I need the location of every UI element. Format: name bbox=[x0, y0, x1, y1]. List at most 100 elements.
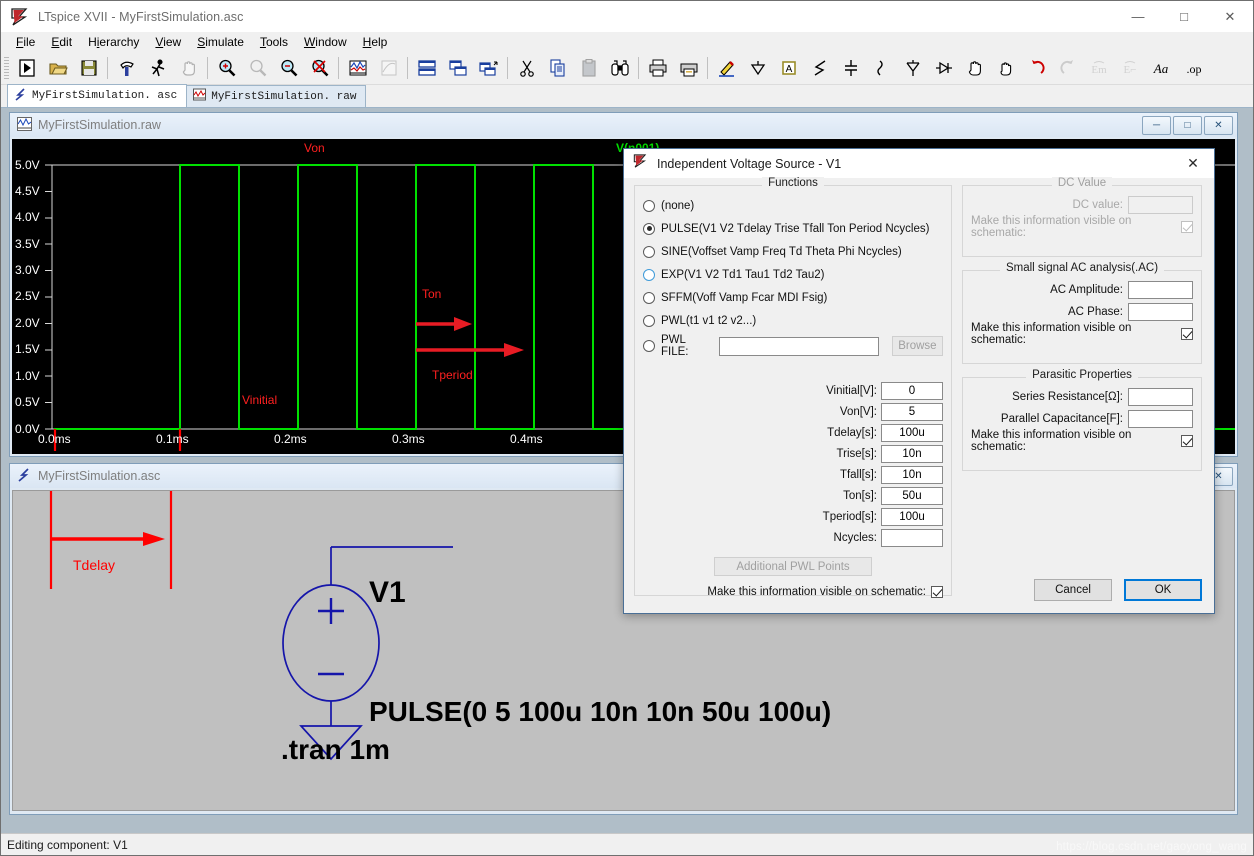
tdelay-input[interactable] bbox=[881, 423, 943, 442]
radio-icon[interactable] bbox=[643, 340, 655, 352]
copy-icon[interactable] bbox=[542, 53, 573, 82]
run-man-icon[interactable] bbox=[142, 53, 173, 82]
move-hand-icon[interactable] bbox=[990, 53, 1021, 82]
waveform-minimize-button[interactable]: ─ bbox=[1142, 115, 1171, 135]
hammer-build-icon[interactable] bbox=[111, 53, 142, 82]
toolbar-grip[interactable] bbox=[4, 56, 9, 79]
tab-myfirstsimulation-asc[interactable]: MyFirstSimulation. asc bbox=[7, 84, 188, 107]
series-resistance-input[interactable] bbox=[1128, 388, 1193, 406]
component-label-v1[interactable]: V1 bbox=[369, 576, 406, 610]
menu-hierarchy[interactable]: Hierarchy bbox=[80, 34, 147, 50]
tab-myfirstsimulation-raw[interactable]: MyFirstSimulation. raw bbox=[186, 85, 367, 107]
spice-directive-icon[interactable]: .op bbox=[1176, 53, 1212, 82]
toolbar-separator bbox=[707, 56, 708, 79]
radio-icon[interactable] bbox=[643, 314, 655, 327]
ac-phase-input[interactable] bbox=[1128, 303, 1193, 321]
find-binoculars-icon[interactable] bbox=[604, 53, 635, 82]
additional-pwl-points-button[interactable]: Additional PWL Points bbox=[714, 557, 872, 576]
save-icon[interactable] bbox=[73, 53, 104, 82]
dialog-titlebar[interactable]: Independent Voltage Source - V1 ✕ bbox=[624, 149, 1214, 179]
dc-visible-checkbox[interactable] bbox=[1181, 221, 1193, 233]
zoom-in-icon[interactable] bbox=[211, 53, 242, 82]
param-row-trise: Trise[s]: bbox=[643, 443, 943, 464]
menu-help[interactable]: Help bbox=[355, 34, 396, 50]
menu-view[interactable]: View bbox=[147, 34, 189, 50]
menu-tools[interactable]: Tools bbox=[252, 34, 296, 50]
menu-window[interactable]: Window bbox=[296, 34, 355, 50]
maximize-button[interactable]: □ bbox=[1161, 1, 1207, 32]
ok-button[interactable]: OK bbox=[1124, 579, 1202, 601]
close-button[interactable]: ✕ bbox=[1207, 1, 1253, 32]
undo-icon[interactable] bbox=[1021, 53, 1052, 82]
menu-file[interactable]: File bbox=[8, 34, 43, 50]
resistor-icon[interactable] bbox=[835, 53, 866, 82]
waveform-window-titlebar[interactable]: MyFirstSimulation.raw ─ □ ✕ bbox=[10, 113, 1237, 137]
diode-icon[interactable] bbox=[928, 53, 959, 82]
waveform-close-button[interactable]: ✕ bbox=[1204, 115, 1233, 135]
ground-icon[interactable] bbox=[742, 53, 773, 82]
net-label-icon[interactable]: A bbox=[773, 53, 804, 82]
arrange-windows-icon[interactable] bbox=[473, 53, 504, 82]
tperiod-input[interactable] bbox=[881, 507, 943, 526]
menu-simulate[interactable]: Simulate bbox=[189, 34, 252, 50]
parallel-capacitance-input[interactable] bbox=[1128, 410, 1193, 428]
pan-hand-icon[interactable] bbox=[173, 53, 204, 82]
paste-icon[interactable] bbox=[573, 53, 604, 82]
run-icon[interactable] bbox=[11, 53, 42, 82]
minimize-button[interactable]: — bbox=[1115, 1, 1161, 32]
rotate-icon[interactable]: Em bbox=[1083, 53, 1114, 82]
ac-visible-checkbox[interactable] bbox=[1181, 328, 1193, 340]
von-input[interactable] bbox=[881, 402, 943, 421]
radio-icon[interactable] bbox=[643, 268, 655, 281]
open-folder-icon[interactable] bbox=[42, 53, 73, 82]
efficiency-report-icon[interactable] bbox=[373, 53, 404, 82]
radio-option-pulse[interactable]: PULSE(V1 V2 Tdelay Trise Tfall Ton Perio… bbox=[643, 217, 943, 240]
ac-amplitude-input[interactable] bbox=[1128, 281, 1193, 299]
cancel-button[interactable]: Cancel bbox=[1034, 579, 1112, 601]
dc-value-input[interactable] bbox=[1128, 196, 1193, 214]
tile-cascade-icon[interactable] bbox=[442, 53, 473, 82]
ton-input[interactable] bbox=[881, 486, 943, 505]
ac-analysis-group: Small signal AC analysis(.AC) AC Amplitu… bbox=[962, 262, 1202, 364]
radio-option-pwl[interactable]: PWL(t1 v1 t2 v2...) bbox=[643, 309, 943, 332]
functions-visible-checkbox[interactable] bbox=[931, 586, 943, 598]
component-icon[interactable] bbox=[959, 53, 990, 82]
radio-icon[interactable] bbox=[643, 291, 655, 304]
browse-button[interactable]: Browse bbox=[891, 336, 943, 356]
radio-icon[interactable] bbox=[643, 199, 655, 212]
radio-option-exp[interactable]: EXP(V1 V2 Td1 Tau1 Td2 Tau2) bbox=[643, 263, 943, 286]
radio-option-sffm[interactable]: SFFM(Voff Vamp Fcar MDI Fsig) bbox=[643, 286, 943, 309]
mirror-icon[interactable]: E⌐ bbox=[1114, 53, 1145, 82]
zoom-undo-icon[interactable] bbox=[304, 53, 335, 82]
waveform-icon[interactable] bbox=[342, 53, 373, 82]
source-properties-panel: DC Value DC value: Make this information… bbox=[962, 177, 1202, 609]
radio-option-sine[interactable]: SINE(Voffset Vamp Freq Td Theta Phi Ncyc… bbox=[643, 240, 943, 263]
parasitic-visible-checkbox[interactable] bbox=[1181, 435, 1193, 447]
source-value-text[interactable]: PULSE(0 5 100u 10n 10n 50u 100u) bbox=[369, 696, 831, 728]
text-icon[interactable]: Aa bbox=[1145, 53, 1176, 82]
waveform-restore-button[interactable]: □ bbox=[1173, 115, 1202, 135]
cut-icon[interactable] bbox=[511, 53, 542, 82]
wire-icon[interactable] bbox=[804, 53, 835, 82]
draw-pencil-icon[interactable] bbox=[711, 53, 742, 82]
pwl-file-input[interactable] bbox=[718, 336, 879, 356]
radio-icon[interactable] bbox=[643, 245, 655, 258]
zoom-area-icon[interactable] bbox=[242, 53, 273, 82]
zoom-out-icon[interactable] bbox=[273, 53, 304, 82]
spice-directive-text[interactable]: .tran 1m bbox=[281, 734, 390, 766]
menu-edit[interactable]: Edit bbox=[43, 34, 80, 50]
tfall-input[interactable] bbox=[881, 465, 943, 484]
dialog-close-button[interactable]: ✕ bbox=[1172, 150, 1214, 178]
radio-option-none[interactable]: (none) bbox=[643, 194, 943, 217]
inductor-icon[interactable] bbox=[897, 53, 928, 82]
tile-horizontal-icon[interactable] bbox=[411, 53, 442, 82]
ncycles-input[interactable] bbox=[881, 528, 943, 547]
print-preview-icon[interactable] bbox=[673, 53, 704, 82]
vinitial-input[interactable] bbox=[881, 381, 943, 400]
redo-icon[interactable] bbox=[1052, 53, 1083, 82]
print-icon[interactable] bbox=[642, 53, 673, 82]
radio-option-pwl-file[interactable]: PWL FILE: Browse bbox=[643, 332, 943, 360]
capacitor-icon[interactable] bbox=[866, 53, 897, 82]
trise-input[interactable] bbox=[881, 444, 943, 463]
radio-icon-selected[interactable] bbox=[643, 222, 655, 235]
